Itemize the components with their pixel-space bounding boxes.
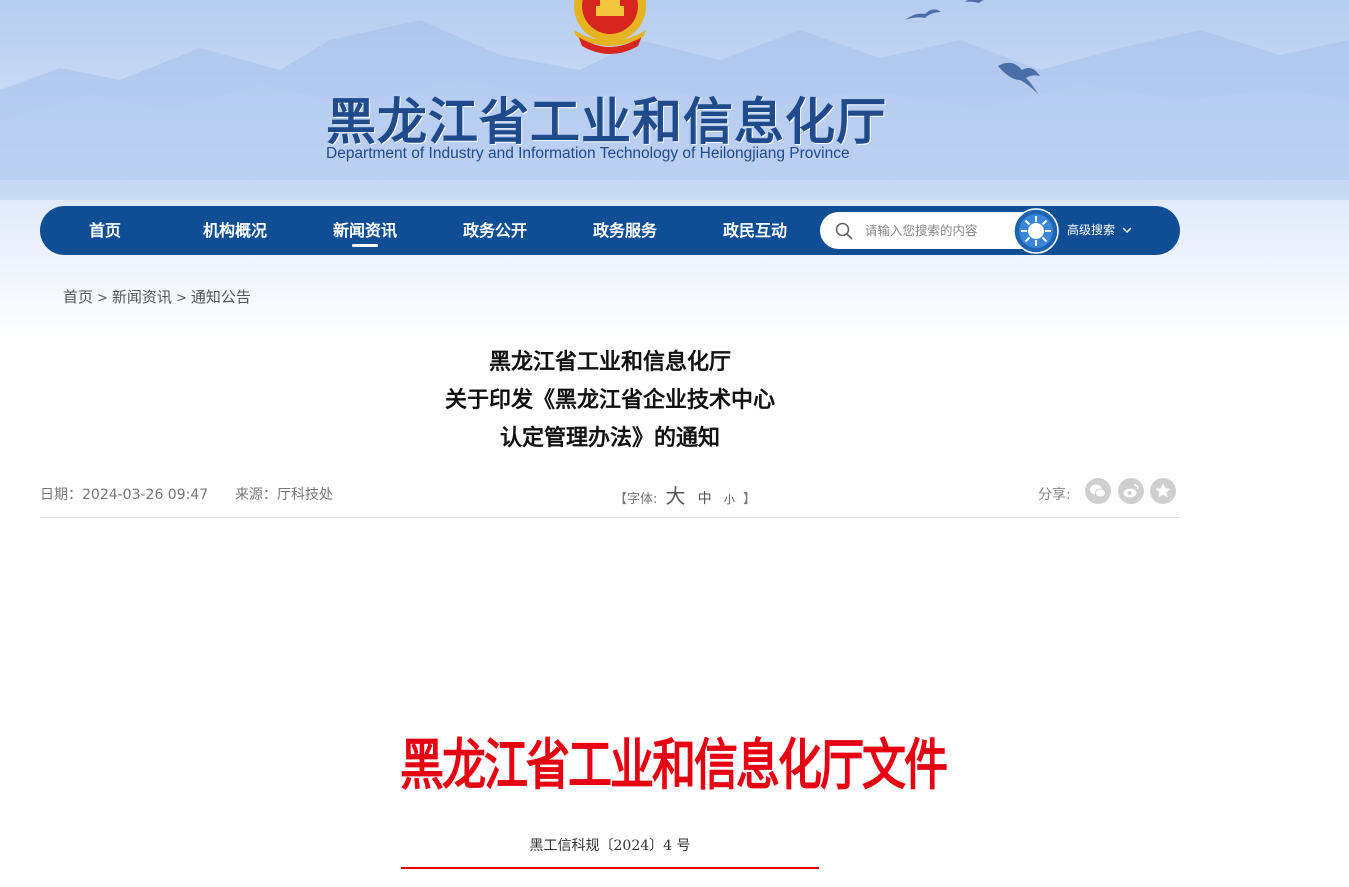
font-size-control: 【字体: 大 中 小 】 (614, 480, 756, 509)
wechat-icon (1090, 484, 1106, 498)
weibo-icon (1123, 484, 1139, 498)
advanced-search-label: 高级搜索 (1067, 223, 1116, 237)
article-source: 来源：厅科技处 (235, 487, 333, 503)
font-size-medium-button[interactable]: 中 (698, 491, 712, 507)
breadcrumb-home[interactable]: 首页 (63, 288, 93, 306)
breadcrumb: 首页 > 新闻资讯 > 通知公告 (63, 286, 251, 307)
favorite-button[interactable] (1150, 478, 1176, 504)
breadcrumb-separator: > (97, 291, 108, 306)
site-title: 黑龙江省工业和信息化厅 (326, 93, 887, 151)
font-size-small-button[interactable]: 小 (724, 493, 735, 506)
nav-item-about[interactable]: 机构概况 (180, 206, 290, 255)
share-weibo-button[interactable] (1118, 478, 1144, 504)
article-title-line: 认定管理办法》的通知 (499, 426, 720, 451)
bird-icon (965, 0, 984, 3)
nav-item-news[interactable]: 新闻资讯 (310, 206, 420, 255)
nav-item-interaction[interactable]: 政民互动 (700, 206, 810, 255)
share-wechat-button[interactable] (1085, 478, 1111, 504)
article-title: 黑龙江省工业和信息化厅 关于印发《黑龙江省企业技术中心 认定管理办法》的通知 (340, 344, 880, 458)
font-size-label-close: 】 (742, 492, 756, 507)
publish-date: 日期：2024-03-26 09:47 (40, 487, 209, 503)
document-number: 黑工信科规〔2024〕4 号 (529, 838, 691, 854)
font-size-label-open: 【字体: (614, 492, 658, 507)
site-subtitle: Department of Industry and Information T… (326, 145, 850, 162)
nav-item-services[interactable]: 政务服务 (570, 206, 680, 255)
nav-item-government-info[interactable]: 政务公开 (440, 206, 550, 255)
advanced-search-button[interactable]: 高级搜索 (1067, 206, 1132, 255)
share-label: 分享: (1038, 487, 1071, 503)
article-title-line: 关于印发《黑龙江省企业技术中心 (444, 388, 775, 413)
breadcrumb-news[interactable]: 新闻资讯 (112, 288, 172, 306)
document-header: 黑龙江省工业和信息化厅文件 (400, 733, 948, 798)
article-meta: 日期：2024-03-26 09:47 来源：厅科技处 【字体: 大 中 小 】… (40, 476, 1180, 518)
font-size-large-button[interactable]: 大 (666, 484, 686, 508)
virus-badge-icon[interactable] (1013, 208, 1059, 254)
breadcrumb-separator: > (175, 291, 187, 306)
search-icon[interactable] (835, 222, 853, 240)
chevron-down-icon (1122, 227, 1132, 233)
breadcrumb-notices[interactable]: 通知公告 (191, 288, 251, 306)
national-emblem-icon (574, 0, 646, 54)
document-red-rule (401, 867, 819, 869)
star-icon (1155, 483, 1171, 498)
bird-icon (905, 9, 941, 20)
article-title-line: 黑龙江省工业和信息化厅 (488, 350, 731, 375)
main-nav: 首页 机构概况 新闻资讯 政务公开 政务服务 政民互动 高级搜索 (40, 206, 1180, 255)
nav-item-home[interactable]: 首页 (50, 206, 160, 255)
